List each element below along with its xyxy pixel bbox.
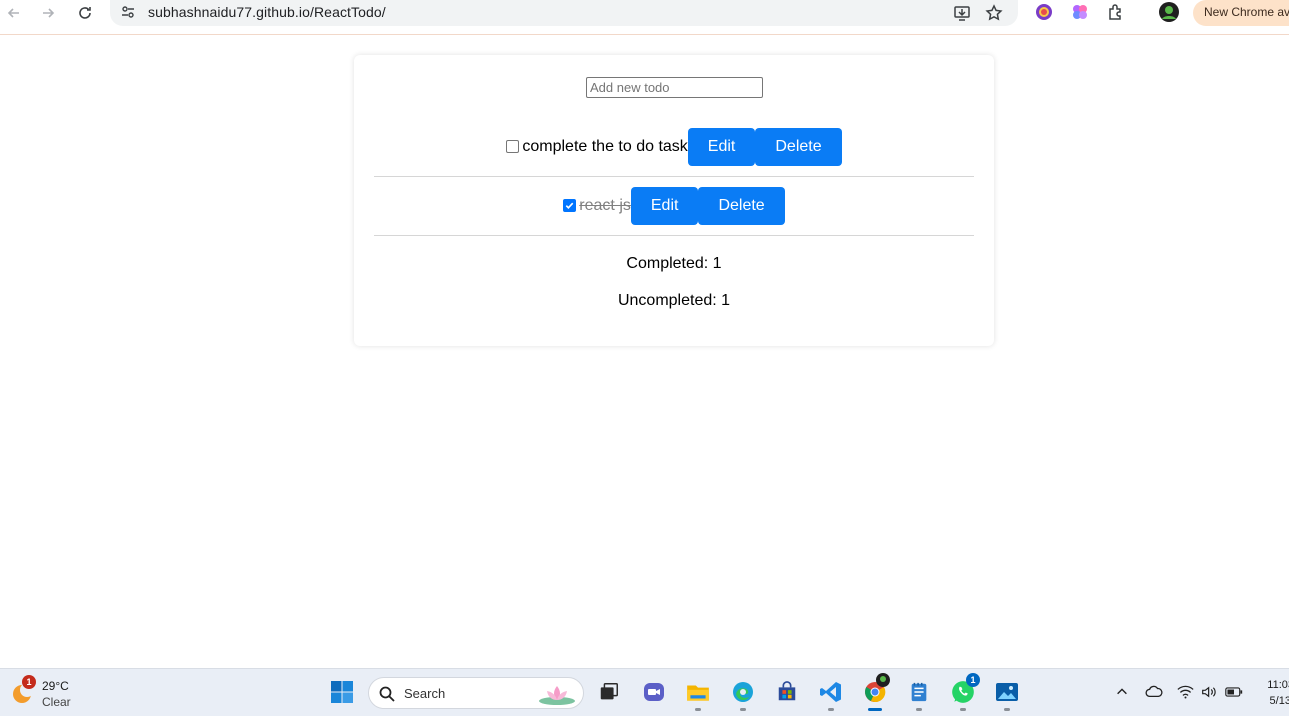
site-settings-icon[interactable] [120,4,136,20]
notepad-icon[interactable] [904,677,934,711]
weather-temp: 29°C [42,679,69,693]
uncompleted-count: Uncompleted: 1 [617,292,731,309]
forward-icon[interactable] [37,2,59,24]
start-windows-icon[interactable] [327,677,357,707]
weather-condition: Clear [42,695,71,709]
volume-icon[interactable] [1200,683,1218,701]
todo-checkbox[interactable] [506,139,520,153]
lotus-icon [539,686,575,705]
meet-video-icon[interactable] [639,677,669,707]
extensions-puzzle-icon[interactable] [1105,1,1127,23]
edit-button[interactable]: Edit [630,187,699,225]
todo-checkbox-checked[interactable] [563,198,577,212]
store-icon[interactable] [772,677,802,707]
todo-text: react js [579,197,631,214]
clock-time: 11:03 [1267,679,1289,691]
chrome-icon[interactable] [860,673,890,711]
new-todo-input[interactable] [586,77,763,98]
chrome-update-button[interactable]: New Chrome av [1193,0,1289,26]
clock-date: 5/13/ [1269,695,1289,707]
profile-avatar-icon[interactable] [1158,1,1180,23]
photos-icon[interactable] [992,677,1022,711]
profile-badge-icon [876,673,890,687]
reload-icon[interactable] [74,2,96,24]
todo-divider [374,176,974,177]
completed-count: Completed: 1 [626,255,722,272]
running-indicator [916,708,922,711]
todo-item: complete the to do task Edit Delete [374,128,974,166]
bookmark-star-icon[interactable] [984,3,1004,23]
back-icon[interactable] [3,2,25,24]
weather-widget[interactable]: 1 29°C Clear [8,675,88,711]
running-indicator [828,708,834,711]
todo-divider [374,235,974,236]
whatsapp-icon[interactable]: 1 [948,673,980,711]
install-app-icon[interactable] [952,3,972,23]
running-indicator [740,708,746,711]
battery-icon[interactable] [1225,683,1243,701]
search-icon [379,686,395,702]
taskbar: 1 29°C Clear Search 1 11:0 5/13 [0,668,1289,716]
wifi-icon[interactable] [1176,683,1194,701]
browser-toolbar: subhashnaidu77.github.io/ReactTodo/ New … [0,0,1289,35]
extension-color-icon[interactable] [1033,1,1055,23]
whatsapp-badge: 1 [966,673,980,687]
address-bar[interactable]: subhashnaidu77.github.io/ReactTodo/ [110,0,1018,26]
task-view-icon[interactable] [594,677,624,707]
running-indicator [960,708,966,711]
system-clock[interactable]: 11:03 5/13/ [1254,677,1289,709]
edge-browser-icon[interactable] [728,677,758,711]
extension-ai-icon[interactable] [1069,1,1091,23]
todo-text: complete the to do task [522,138,688,155]
delete-button[interactable]: Delete [698,187,785,225]
running-indicator [1004,708,1010,711]
checkmark-icon [566,202,574,209]
running-indicator [695,708,701,711]
url-text: subhashnaidu77.github.io/ReactTodo/ [148,4,386,20]
todo-card: complete the to do task Edit Delete reac… [354,55,994,346]
running-indicator-active [868,708,882,711]
delete-button[interactable]: Delete [755,128,842,166]
file-explorer-icon[interactable] [683,677,713,711]
taskbar-search[interactable]: Search [368,677,584,709]
vscode-icon[interactable] [816,677,846,711]
onedrive-cloud-icon[interactable] [1145,683,1163,701]
search-label: Search [404,686,446,701]
show-hidden-icons-chevron-icon[interactable] [1113,683,1131,701]
todo-item: react js Edit Delete [374,187,974,225]
weather-badge: 1 [22,675,36,689]
edit-button[interactable]: Edit [687,128,756,166]
